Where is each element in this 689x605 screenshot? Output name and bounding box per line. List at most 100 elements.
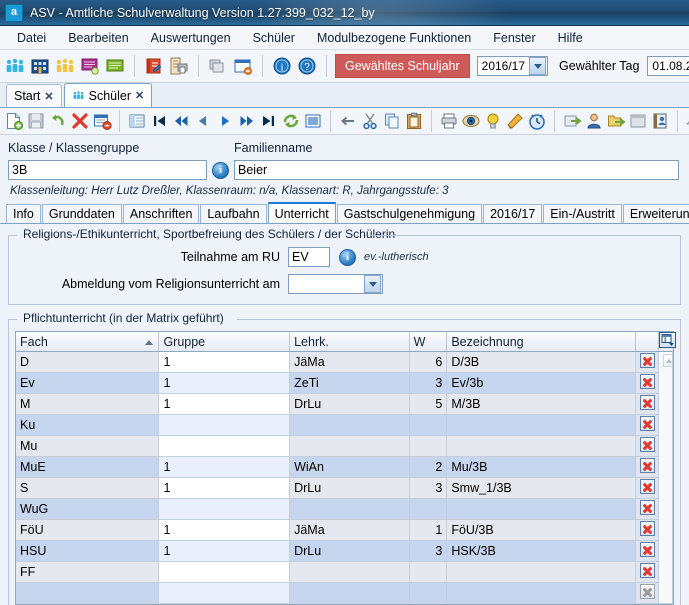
delete-form-icon[interactable]: [92, 111, 112, 131]
table-row[interactable]: FF: [16, 561, 673, 583]
help-icon[interactable]: ?: [296, 55, 318, 77]
hint-icon[interactable]: [483, 111, 503, 131]
lastname-input[interactable]: Beier: [234, 160, 679, 180]
tab-info[interactable]: Info: [6, 204, 41, 223]
back-arrow-icon[interactable]: [338, 111, 358, 131]
module-green-icon[interactable]: [104, 55, 126, 77]
delete-row-button[interactable]: [635, 477, 659, 499]
print-report-icon[interactable]: [168, 55, 190, 77]
menu-bearbeiten[interactable]: Bearbeiten: [57, 28, 139, 48]
class-input[interactable]: 3B: [8, 160, 207, 180]
table-row[interactable]: MuE 1 WiAn 2 Mu/3B: [16, 456, 673, 478]
table-row[interactable]: Mu: [16, 435, 673, 457]
tab-2016-17[interactable]: 2016/17: [483, 204, 543, 223]
table-view-icon[interactable]: [127, 111, 147, 131]
list-view-icon[interactable]: [303, 111, 323, 131]
print-icon[interactable]: [439, 111, 459, 131]
fast-back-icon[interactable]: [171, 111, 191, 131]
table-row-new[interactable]: [16, 582, 673, 604]
address-book-icon[interactable]: [650, 111, 670, 131]
doctab-start[interactable]: Start ✕: [6, 84, 62, 107]
menu-datei[interactable]: Datei: [6, 28, 57, 48]
doctab-schueler[interactable]: Schüler ✕: [63, 83, 153, 107]
sort-ascending-icon: [145, 339, 154, 345]
vertical-scrollbar[interactable]: [657, 351, 674, 604]
first-record-icon[interactable]: [149, 111, 169, 131]
table-row[interactable]: Ku: [16, 414, 673, 436]
new-window-icon[interactable]: [232, 55, 254, 77]
class-group-icon[interactable]: [54, 55, 76, 77]
column-header-gruppe[interactable]: Gruppe: [158, 332, 291, 352]
table-row[interactable]: D 1 JäMa 6 D/3B: [16, 351, 674, 604]
delete-row-button[interactable]: [635, 435, 659, 457]
table-row[interactable]: Ev 1 ZeTi 3 Ev/3b: [16, 372, 673, 394]
class-info-icon[interactable]: i: [212, 161, 229, 179]
export-icon[interactable]: [562, 111, 582, 131]
table-row[interactable]: WuG: [16, 498, 673, 520]
tab-grunddaten[interactable]: Grunddaten: [41, 204, 122, 223]
delete-row-button[interactable]: [635, 351, 659, 373]
delete-row-button[interactable]: [635, 393, 659, 415]
paste-icon[interactable]: [404, 111, 424, 131]
close-icon[interactable]: ✕: [135, 89, 144, 102]
window-gray-icon[interactable]: [628, 111, 648, 131]
menu-fenster[interactable]: Fenster: [482, 28, 546, 48]
undo-icon[interactable]: [48, 111, 68, 131]
delete-row-button[interactable]: [635, 414, 659, 436]
column-settings-button[interactable]: [658, 332, 676, 352]
copy-icon[interactable]: [382, 111, 402, 131]
students-icon[interactable]: [4, 55, 26, 77]
new-record-icon[interactable]: [4, 111, 24, 131]
school-building-icon[interactable]: [29, 55, 51, 77]
delete-row-button[interactable]: [635, 498, 659, 520]
column-header-bezeichnung[interactable]: Bezeichnung: [446, 332, 637, 352]
refresh-icon[interactable]: [281, 111, 301, 131]
participation-input[interactable]: EV: [288, 247, 330, 267]
user-icon[interactable]: [584, 111, 604, 131]
menu-auswertungen[interactable]: Auswertungen: [140, 28, 242, 48]
delete-row-button[interactable]: [635, 519, 659, 541]
report-book-icon[interactable]: [143, 55, 165, 77]
tab-erweiterungen[interactable]: Erweiterungen: [622, 204, 689, 223]
delete-record-icon[interactable]: [70, 111, 90, 131]
deregistration-date-combo[interactable]: [288, 274, 383, 294]
copy-window-icon[interactable]: [207, 55, 229, 77]
flag-icon[interactable]: [505, 111, 525, 131]
column-header-w[interactable]: W: [409, 332, 448, 352]
preview-icon[interactable]: [461, 111, 481, 131]
menu-modulbezogene-funktionen[interactable]: Modulbezogene Funktionen: [306, 28, 482, 48]
delete-row-button[interactable]: [635, 561, 659, 583]
close-icon[interactable]: ✕: [44, 90, 53, 103]
chevron-down-icon[interactable]: [529, 57, 547, 75]
column-header-lehrk[interactable]: Lehrk.: [289, 332, 410, 352]
column-header-fach[interactable]: Fach: [16, 332, 160, 352]
last-record-icon[interactable]: [259, 111, 279, 131]
school-year-combo[interactable]: 2016/17: [476, 56, 549, 76]
chevron-down-icon[interactable]: [364, 275, 381, 293]
tab-laufbahn[interactable]: Laufbahn: [200, 204, 267, 223]
tab-unterricht[interactable]: Unterricht: [267, 202, 336, 223]
scroll-up-icon[interactable]: [662, 354, 672, 367]
table-row[interactable]: FöU 1 JäMa 1 FöU/3B: [16, 519, 673, 541]
info-icon[interactable]: i: [271, 55, 293, 77]
clock-icon[interactable]: [527, 111, 547, 131]
previous-record-icon[interactable]: [193, 111, 213, 131]
table-row[interactable]: S 1 DrLu 3 Smw_1/3B: [16, 477, 673, 499]
tab-gastschulgenehmigung[interactable]: Gastschulgenehmigung: [336, 204, 483, 223]
delete-row-button[interactable]: [635, 372, 659, 394]
fast-forward-icon[interactable]: [237, 111, 257, 131]
table-row[interactable]: M 1 DrLu 5 M/3B: [16, 393, 673, 415]
menu-hilfe[interactable]: Hilfe: [547, 28, 594, 48]
delete-row-button[interactable]: [635, 540, 659, 562]
table-row[interactable]: HSU 1 DrLu 3 HSK/3B: [16, 540, 673, 562]
next-record-icon[interactable]: [215, 111, 235, 131]
cut-icon[interactable]: [360, 111, 380, 131]
tab-ein-austritt[interactable]: Ein-/Austritt: [543, 204, 622, 223]
tab-anschriften[interactable]: Anschriften: [122, 204, 200, 223]
module-purple-icon[interactable]: [79, 55, 101, 77]
participation-info-icon[interactable]: i: [339, 248, 356, 266]
delete-row-button[interactable]: [635, 456, 659, 478]
folder-export-icon[interactable]: [606, 111, 626, 131]
selected-day-combo[interactable]: 01.08.2016: [647, 56, 689, 76]
menu-schueler[interactable]: Schüler: [242, 28, 306, 48]
